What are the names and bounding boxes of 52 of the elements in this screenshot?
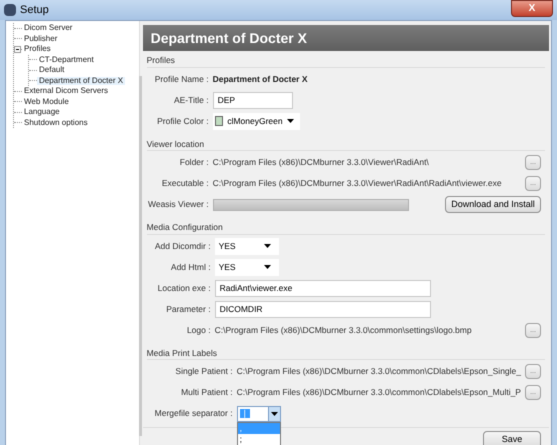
- page-header: Department of Docter X: [142, 25, 549, 51]
- field-label: Profile Name :: [154, 72, 209, 86]
- caret-icon: [264, 265, 271, 269]
- input-field[interactable]: DICOMDIR: [214, 300, 431, 318]
- tree-item[interactable]: Dicom Server: [22, 24, 74, 32]
- field-label: Executable :: [160, 177, 209, 190]
- app-icon: [4, 4, 16, 16]
- download-install-button[interactable]: Download and Install: [445, 196, 541, 213]
- field-label: Add Dicomdir :: [154, 240, 211, 252]
- dropdown[interactable]: YES: [214, 238, 279, 254]
- field-label: Mergefile separator :: [154, 407, 233, 420]
- tree-item[interactable]: Default: [37, 66, 66, 74]
- tree-item[interactable]: Language: [22, 108, 62, 116]
- dropdown-arrow-button[interactable]: [268, 406, 280, 420]
- field-label: Single Patient :: [174, 365, 233, 378]
- field-label: Multi Patient :: [180, 386, 233, 399]
- tree-item[interactable]: Profiles: [22, 45, 53, 54]
- field-label: Folder :: [178, 156, 209, 169]
- field-label: Add Html :: [170, 260, 211, 274]
- tree-item[interactable]: Department of Docter X: [37, 76, 126, 85]
- path-text: C:\Program Files (x86)\DCMburner 3.3.0\common\settings\logo.bmp: [214, 324, 472, 336]
- section-title: Media Configuration: [146, 221, 224, 234]
- section-title: Profiles: [146, 54, 176, 66]
- field-label: Weasis Viewer :: [146, 198, 209, 211]
- section-title: Media Print Labels: [146, 346, 218, 359]
- window-title: Setup: [20, 2, 49, 18]
- tree-item[interactable]: Publisher: [22, 34, 60, 43]
- tree-item[interactable]: Shutdown options: [22, 118, 90, 127]
- field-label: Logo :: [186, 324, 211, 336]
- path-text: C:\Program Files (x86)\DCMburner 3.3.0\Viewer\RadiAnt\RadiAnt\viewer.exe: [212, 177, 502, 190]
- caret-icon: [264, 244, 271, 248]
- input-field[interactable]: DEP: [212, 92, 293, 108]
- field-label: Parameter :: [165, 302, 211, 316]
- tree-item[interactable]: CT-Department: [37, 56, 96, 64]
- path-text: C:\Program Files (x86)\DCMburner 3.3.0\common\CDlabels\Epson_Multi_P: [236, 386, 521, 399]
- field-label: Profile Color :: [156, 114, 209, 128]
- save-button[interactable]: Save: [483, 431, 541, 445]
- path-text: C:\Program Files (x86)\DCMburner 3.3.0\Viewer\RadiAnt\: [212, 156, 429, 169]
- tree-item[interactable]: External Dicom Servers: [22, 87, 110, 96]
- dropdown[interactable]: YES: [214, 258, 279, 276]
- caret-icon: [270, 412, 278, 416]
- collapse-icon[interactable]: [14, 46, 21, 53]
- field-label: AE-Title :: [172, 94, 209, 106]
- caret-icon: [286, 119, 294, 123]
- dropdown-option[interactable]: ;: [238, 434, 280, 444]
- color-dropdown[interactable]: clMoneyGreen: [212, 112, 300, 130]
- profile-name-value: Department of Docter X: [212, 72, 308, 86]
- input-field[interactable]: RadiAnt\viewer.exe: [214, 280, 431, 296]
- path-text: C:\Program Files (x86)\DCMburner 3.3.0\common\CDlabels\Epson_Single_: [236, 365, 521, 378]
- tree-item[interactable]: Web Module: [22, 98, 71, 106]
- section-title: Viewer location: [146, 138, 206, 150]
- field-label: Location exe :: [156, 282, 211, 294]
